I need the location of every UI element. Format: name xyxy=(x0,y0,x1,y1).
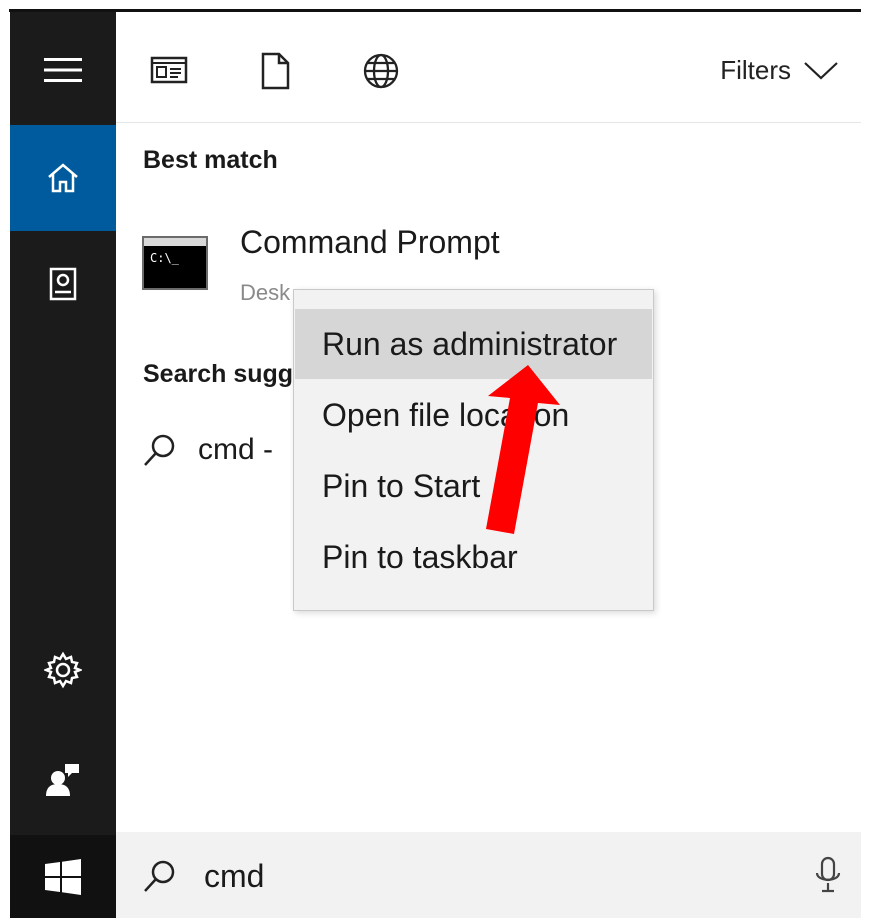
left-rail xyxy=(10,12,116,918)
search-input[interactable]: cmd xyxy=(204,858,264,895)
windows-start-icon xyxy=(45,858,81,895)
settings-icon xyxy=(44,651,82,689)
apps-icon xyxy=(150,56,188,84)
menu-button[interactable] xyxy=(10,30,116,110)
app-name: Command Prompt xyxy=(240,224,500,260)
command-prompt-icon-text: C:\_ xyxy=(150,251,179,265)
home-button[interactable] xyxy=(10,125,116,231)
menu-item-label: Pin to Start xyxy=(322,467,481,504)
apps-filter-button[interactable] xyxy=(150,52,188,91)
context-menu: Run as administrator Open file location … xyxy=(293,289,654,611)
start-button[interactable] xyxy=(10,835,116,918)
documents-icon xyxy=(49,267,77,301)
menu-item-pin-to-start[interactable]: Pin to Start xyxy=(295,451,652,521)
feedback-button[interactable] xyxy=(10,740,116,820)
filters-label: Filters xyxy=(720,54,791,85)
search-icon xyxy=(144,434,175,466)
best-match-heading: Best match xyxy=(143,146,278,174)
search-box[interactable]: cmd xyxy=(116,832,861,918)
menu-item-label: Run as administrator xyxy=(322,325,618,362)
web-suggestion-item[interactable]: cmd - xyxy=(142,432,273,468)
frame-top xyxy=(0,0,870,9)
frame-right xyxy=(861,9,870,922)
filter-toolbar: Filters xyxy=(116,12,861,123)
menu-item-run-as-administrator[interactable]: Run as administrator xyxy=(295,309,652,379)
document-icon xyxy=(261,52,290,90)
command-prompt-icon: C:\_ xyxy=(142,236,208,290)
documents-button[interactable] xyxy=(10,245,116,325)
menu-icon xyxy=(44,58,82,82)
microphone-icon[interactable] xyxy=(815,856,841,894)
search-suggestions-heading: Search sugg xyxy=(143,360,294,388)
home-icon xyxy=(48,163,78,193)
suggestion-text: cmd - xyxy=(198,433,273,466)
menu-item-label: Pin to taskbar xyxy=(322,538,518,575)
filters-dropdown[interactable]: Filters xyxy=(720,52,839,88)
search-icon xyxy=(144,860,175,892)
documents-filter-button[interactable] xyxy=(260,52,290,95)
web-icon xyxy=(363,53,399,89)
menu-item-open-file-location[interactable]: Open file location xyxy=(295,380,652,450)
menu-item-pin-to-taskbar[interactable]: Pin to taskbar xyxy=(295,522,652,592)
feedback-icon xyxy=(46,764,79,796)
chevron-down-icon xyxy=(804,62,838,80)
web-filter-button[interactable] xyxy=(362,52,400,95)
settings-button[interactable] xyxy=(10,630,116,710)
app-type: Desk xyxy=(240,280,291,305)
menu-item-label: Open file location xyxy=(322,396,570,433)
